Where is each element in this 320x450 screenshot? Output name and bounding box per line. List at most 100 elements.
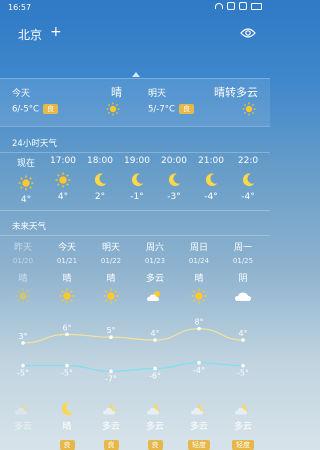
high-temp-point bbox=[241, 338, 245, 342]
divider bbox=[0, 78, 270, 79]
aqi-badge: 良 bbox=[147, 440, 163, 450]
partly-cloudy-night-icon bbox=[1, 401, 45, 417]
hourly-temp: 2° bbox=[94, 192, 106, 202]
sim-icon-2 bbox=[239, 2, 247, 10]
aqi-badge: 良 bbox=[59, 440, 75, 450]
wifi-icon bbox=[215, 3, 223, 9]
sun-icon bbox=[106, 102, 120, 116]
forecast-day[interactable]: 周六 01/23 多云 bbox=[133, 240, 177, 304]
divider bbox=[0, 126, 270, 127]
divider bbox=[0, 235, 270, 236]
day-name: 周六 bbox=[145, 243, 164, 253]
hourly-item: 17:00 4° bbox=[45, 156, 81, 202]
low-temp-point bbox=[21, 363, 25, 368]
day-weather: 晴 bbox=[62, 274, 72, 284]
forecast-day[interactable]: 昨天 01/20 晴 bbox=[1, 240, 45, 304]
high-temp-label: 4° bbox=[238, 329, 247, 338]
moon-icon bbox=[82, 172, 118, 188]
moon-icon bbox=[45, 401, 89, 417]
low-temp-point bbox=[153, 366, 157, 371]
partly-cloudy-night-icon bbox=[133, 401, 177, 417]
temperature-chart: 3° 6° 5° 4° 8° 4° -5° -5° -7° -6° -4° -5° bbox=[17, 318, 249, 384]
forecast-title: 未来天气 bbox=[12, 222, 47, 232]
moon-icon bbox=[230, 172, 266, 188]
status-time: 16:57 bbox=[8, 3, 32, 12]
forecast-day[interactable]: 周一 01/25 阴 bbox=[221, 240, 265, 304]
hourly-title: 24小时天气 bbox=[12, 139, 57, 149]
page-indicator bbox=[132, 72, 140, 77]
status-icons bbox=[215, 2, 262, 10]
forecast-night: 多云良 bbox=[133, 401, 177, 450]
hourly-time: 17:00 bbox=[50, 156, 76, 166]
hourly-item: 现在 4° bbox=[8, 156, 44, 205]
forecast-night: 多云 轻度 bbox=[221, 401, 265, 450]
night-weather: 多云 bbox=[233, 422, 252, 432]
hourly-time: 19:00 bbox=[124, 156, 150, 166]
divider bbox=[0, 152, 270, 153]
high-temp-point bbox=[109, 335, 113, 340]
settings-icon[interactable] bbox=[240, 26, 256, 40]
day-weather: 晴 bbox=[106, 274, 116, 284]
low-temp-label: -5° bbox=[237, 369, 249, 378]
forecast-day[interactable]: 今天 01/21 晴 bbox=[45, 240, 89, 304]
partly-cloudy-night-icon bbox=[221, 401, 265, 417]
tomorrow-label: 明天 bbox=[148, 89, 167, 99]
sun-icon bbox=[1, 288, 45, 304]
high-temp-label: 6° bbox=[62, 323, 71, 332]
forecast-day[interactable]: 周日 01/24 晴 bbox=[177, 240, 221, 304]
day-date: 01/24 bbox=[188, 257, 210, 265]
low-temp-point bbox=[65, 363, 69, 368]
low-temp-label: -5° bbox=[17, 369, 29, 378]
forecast-day[interactable]: 明天 01/22 晴 bbox=[89, 240, 133, 304]
high-temp-point bbox=[153, 338, 157, 342]
day-name: 周日 bbox=[189, 243, 208, 253]
tomorrow-card[interactable]: 明天 晴转多云 5/-7°C 良 bbox=[136, 82, 270, 122]
aqi-badge: 良 bbox=[42, 104, 58, 114]
aqi-badge: 轻度 bbox=[232, 440, 254, 450]
hourly-item: 21:00 -4° bbox=[193, 156, 229, 202]
low-temp-label: -6° bbox=[149, 371, 161, 380]
high-temp-line bbox=[22, 328, 244, 344]
day-date: 01/22 bbox=[100, 257, 122, 265]
day-date: 01/25 bbox=[232, 257, 254, 265]
hourly-temp: -4° bbox=[204, 192, 218, 202]
day-date: 01/21 bbox=[56, 257, 78, 265]
cloud-icon bbox=[221, 288, 265, 304]
divider bbox=[0, 210, 270, 211]
night-weather: 多云 bbox=[13, 422, 32, 432]
high-temp-point bbox=[197, 326, 201, 331]
day-weather: 多云 bbox=[145, 274, 164, 284]
hourly-temp: 4° bbox=[57, 192, 69, 202]
today-card[interactable]: 今天 晴 6/-5°C 良 bbox=[0, 82, 134, 122]
day-name: 周一 bbox=[233, 243, 252, 253]
low-temp-label: -5° bbox=[61, 369, 73, 378]
hourly-temp: 4° bbox=[20, 195, 32, 205]
hourly-temp: -4° bbox=[241, 192, 255, 202]
high-temp-label: 4° bbox=[150, 329, 159, 338]
sim-icon bbox=[227, 2, 235, 10]
today-temp: 6/-5°C 良 bbox=[12, 104, 58, 115]
hourly-time: 现在 bbox=[16, 159, 35, 169]
sun-icon bbox=[8, 175, 44, 191]
low-temp-point bbox=[241, 363, 245, 368]
tomorrow-weather: 晴转多云 bbox=[214, 86, 258, 99]
moon-icon bbox=[156, 172, 192, 188]
day-name: 明天 bbox=[101, 243, 120, 253]
forecast-night: 晴良 bbox=[45, 401, 89, 450]
status-bar: 16:57 bbox=[0, 0, 270, 14]
hourly-time: 20:00 bbox=[161, 156, 187, 166]
sun-icon bbox=[177, 288, 221, 304]
day-weather: 晴 bbox=[18, 274, 28, 284]
high-temp-point bbox=[65, 332, 69, 337]
today-label: 今天 bbox=[12, 89, 31, 99]
high-temp-label: 8° bbox=[194, 318, 203, 327]
sun-icon bbox=[242, 102, 256, 116]
hourly-temp: -1° bbox=[130, 192, 144, 202]
hourly-item: 20:00 -3° bbox=[156, 156, 192, 202]
add-city-button[interactable]: + bbox=[50, 24, 62, 40]
hourly-item: 19:00 -1° bbox=[119, 156, 155, 202]
low-temp-point bbox=[197, 360, 201, 365]
city-name[interactable]: 北京 bbox=[18, 26, 42, 43]
hourly-item: 22:0 -4° bbox=[230, 156, 266, 202]
hourly-time: 21:00 bbox=[198, 156, 224, 166]
